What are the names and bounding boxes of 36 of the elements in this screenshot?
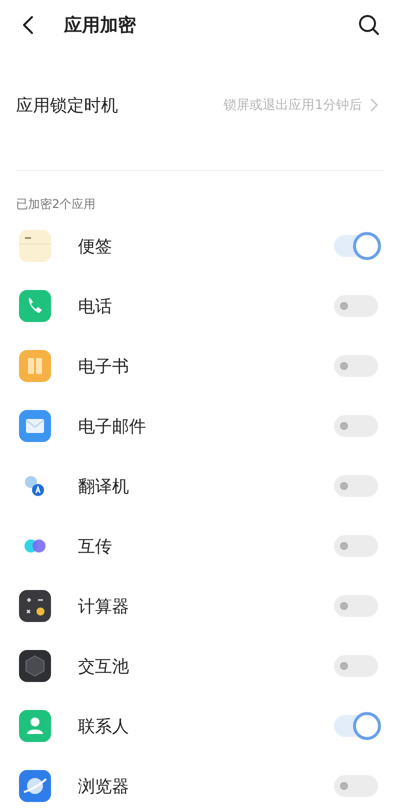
cube-app-icon [19,650,51,682]
lock-timing-label: 应用锁定时机 [16,94,119,116]
lock-timing-value: 锁屏或退出应用1分钟后 [224,97,362,114]
lock-toggle[interactable] [334,535,378,557]
back-icon[interactable] [22,15,34,35]
lock-toggle[interactable] [334,235,378,257]
app-name: 电话 [78,296,113,318]
mail-app-icon [19,410,51,442]
lock-toggle[interactable] [334,655,378,677]
app-name: 互传 [78,536,113,558]
lock-toggle[interactable] [334,295,378,317]
contact-app-icon [19,710,51,742]
app-name: 浏览器 [78,776,130,798]
lock-toggle[interactable] [334,775,378,797]
calculator-app-icon [19,590,51,622]
lock-toggle[interactable] [334,475,378,497]
app-name: 电子邮件 [78,416,147,438]
app-name: 联系人 [78,716,130,738]
lock-timing-row[interactable]: 应用锁定时机 锁屏或退出应用1分钟后 [0,80,400,130]
lock-toggle[interactable] [334,715,378,737]
app-name: 计算器 [78,596,130,618]
app-name: 便签 [78,236,113,258]
phone-app-icon [19,290,51,322]
chevron-icon [370,98,378,112]
app-name: 电子书 [78,356,130,378]
search-icon[interactable] [358,14,380,36]
page-title: 应用加密 [64,14,137,37]
app-name: 翻译机 [78,476,130,498]
lock-toggle[interactable] [334,415,378,437]
app-name: 交互池 [78,656,130,678]
notes-app-icon [19,230,51,262]
planet-app-icon [19,770,51,802]
lock-toggle[interactable] [334,355,378,377]
section-label: 已加密2个应用 [15,196,97,212]
lock-toggle[interactable] [334,595,378,617]
book-app-icon [19,350,51,382]
